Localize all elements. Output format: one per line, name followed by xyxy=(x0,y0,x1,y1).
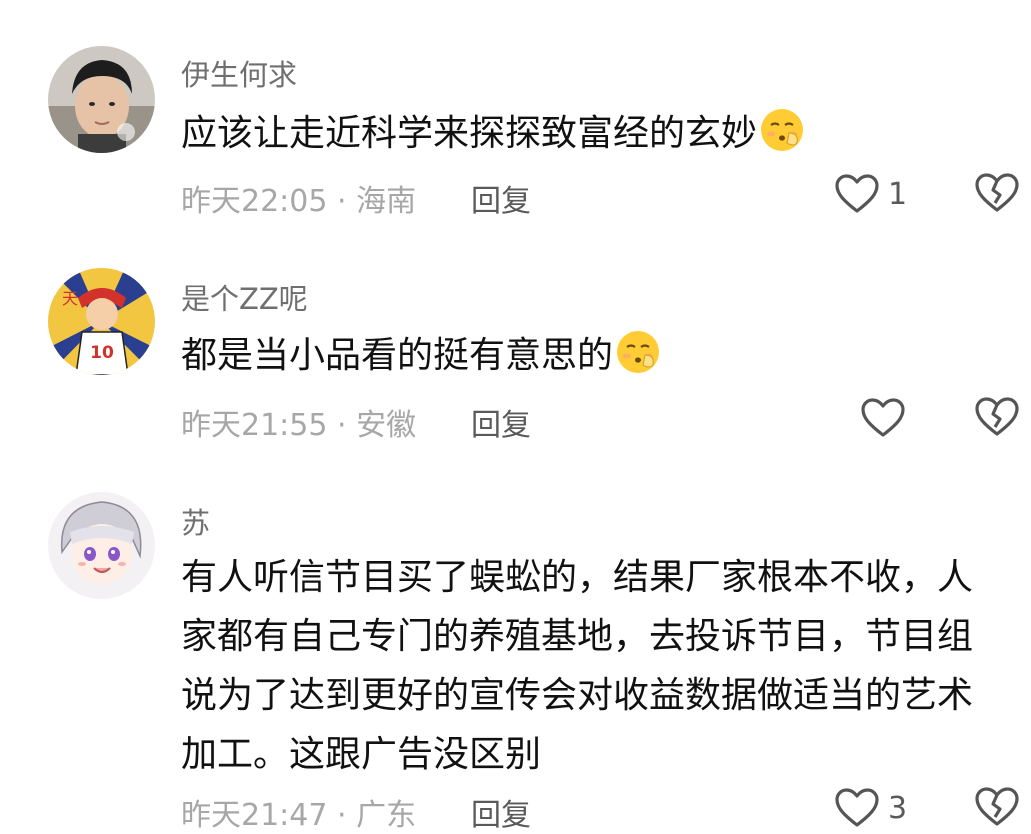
dislike-button[interactable] xyxy=(974,172,1020,216)
comment-meta: 昨天22:05 · 海南 xyxy=(181,184,417,219)
heart-outline-icon xyxy=(835,788,879,827)
dislike-button[interactable] xyxy=(974,396,1020,440)
comment-text-content: 应该让走近科学来探探致富经的玄妙 xyxy=(181,113,758,154)
dislike-button[interactable] xyxy=(974,786,1020,830)
comment-text-line: 说为了达到更好的宣传会对收益数据做适当的艺术 xyxy=(181,675,974,716)
heart-outline-icon xyxy=(861,398,905,437)
comment-text: 应该让走近科学来探探致富经的玄妙 xyxy=(181,104,1021,163)
like-button[interactable]: 3 xyxy=(834,786,907,830)
svg-text:天: 天 xyxy=(62,289,78,308)
username[interactable]: 伊生何求 xyxy=(181,52,297,94)
avatar-image xyxy=(48,492,155,599)
comment-meta: 昨天21:55 · 安徽 xyxy=(181,408,417,443)
comment-text-line: 加工。这跟广告没区别 xyxy=(181,734,542,775)
broken-heart-icon xyxy=(975,173,1019,212)
reply-button[interactable]: 回复 xyxy=(471,400,531,444)
comment-meta: 昨天21:47 · 广东 xyxy=(181,798,417,833)
avatar[interactable] xyxy=(48,492,155,599)
username[interactable]: 是个ZZ呢 xyxy=(181,276,308,318)
avatar[interactable]: 10 天 xyxy=(48,268,155,375)
heart-outline-icon xyxy=(835,174,879,213)
comment-text: 有人听信节目买了蜈蚣的，结果厂家根本不收，人 家都有自己专门的养殖基地，去投诉节… xyxy=(181,548,1021,784)
avatar-image xyxy=(48,46,155,153)
avatar-image: 10 天 xyxy=(48,268,155,375)
like-button[interactable] xyxy=(860,396,914,440)
shushing-face-emoji xyxy=(617,331,660,373)
username[interactable]: 苏 xyxy=(181,500,210,542)
like-button[interactable]: 1 xyxy=(834,172,907,216)
comment-text-line: 家都有自己专门的养殖基地，去投诉节目，节目组 xyxy=(181,616,974,657)
broken-heart-icon xyxy=(975,787,1019,826)
like-count: 1 xyxy=(888,176,908,212)
comment-text-content: 都是当小品看的挺有意思的 xyxy=(181,335,614,376)
avatar[interactable] xyxy=(48,46,155,153)
shushing-face-emoji xyxy=(761,109,804,151)
broken-heart-icon xyxy=(975,397,1019,436)
comment-text: 都是当小品看的挺有意思的 xyxy=(181,326,1021,385)
comment-text-line: 有人听信节目买了蜈蚣的，结果厂家根本不收，人 xyxy=(181,557,974,598)
reply-button[interactable]: 回复 xyxy=(471,790,531,834)
reply-button[interactable]: 回复 xyxy=(471,176,531,220)
svg-text:10: 10 xyxy=(90,343,114,363)
like-count: 3 xyxy=(888,790,908,826)
